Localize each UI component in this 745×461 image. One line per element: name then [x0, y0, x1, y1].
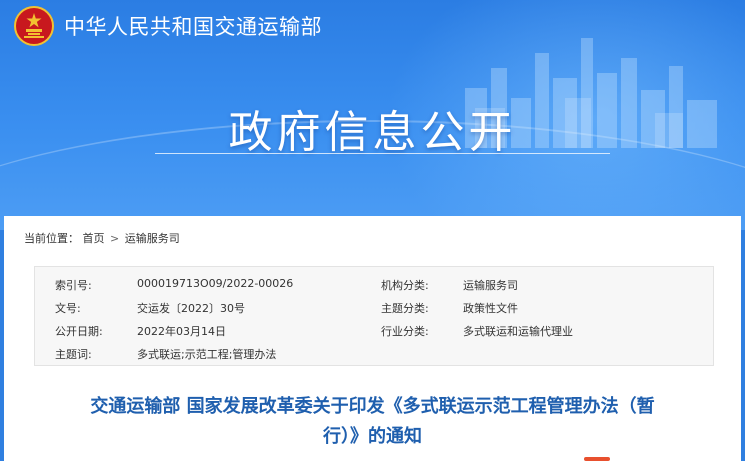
date-value: 2022年03月14日 [137, 325, 226, 338]
date-label: 公开日期: [55, 325, 103, 338]
doc-no-value: 交运发〔2022〕30号 [137, 302, 245, 315]
banner-divider [155, 153, 610, 154]
document-metadata-table: 索引号: 000019713O09/2022-00026 机构分类: 运输服务司… [34, 266, 714, 366]
breadcrumb-current-link[interactable]: 运输服务司 [125, 232, 180, 245]
org-label: 机构分类: [381, 279, 429, 292]
site-title[interactable]: 中华人民共和国交通运输部 [64, 11, 322, 41]
topic-label: 主题分类: [381, 302, 429, 315]
breadcrumb-separator: > [110, 232, 120, 245]
content-panel: 当前位置： 首页 > 运输服务司 索引号: 000019713O09/2022-… [4, 216, 741, 461]
org-value: 运输服务司 [463, 279, 518, 292]
banner-heading: 政府信息公开 [228, 107, 517, 158]
index-value: 000019713O09/2022-00026 [137, 277, 294, 290]
keywords-value: 多式联运;示范工程;管理办法 [137, 348, 277, 361]
national-emblem-icon [14, 6, 54, 46]
header-banner: 中华人民共和国交通运输部 政府信息公开 [0, 0, 745, 230]
index-label: 索引号: [55, 279, 92, 292]
document-title: 交通运输部 国家发展改革委关于印发《多式联运示范工程管理办法（暂 行）》的通知 [24, 392, 721, 452]
document-title-line-1: 交通运输部 国家发展改革委关于印发《多式联运示范工程管理办法（暂 [90, 396, 655, 417]
breadcrumb-prefix: 当前位置： [24, 232, 79, 245]
doc-no-label: 文号: [55, 302, 81, 315]
breadcrumb-home-link[interactable]: 首页 [83, 232, 105, 245]
breadcrumb: 当前位置： 首页 > 运输服务司 [24, 230, 180, 246]
topic-value: 政策性文件 [463, 302, 518, 315]
industry-label: 行业分类: [381, 325, 429, 338]
document-title-line-2: 行）》的通知 [323, 426, 422, 447]
decorative-red-mark [584, 457, 610, 461]
industry-value: 多式联运和运输代理业 [463, 325, 573, 338]
keywords-label: 主题词: [55, 348, 92, 361]
